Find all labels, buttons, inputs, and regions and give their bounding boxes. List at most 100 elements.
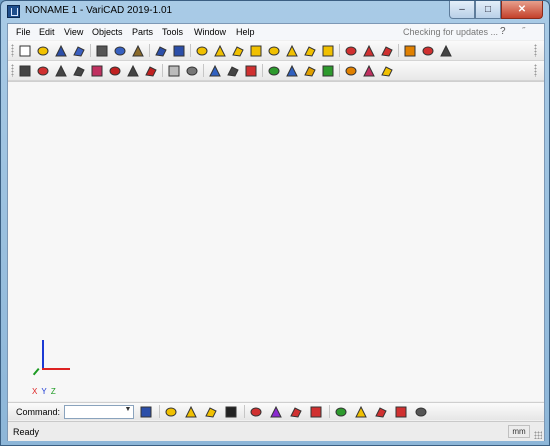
status-bar: Ready mm [8,421,544,441]
save-icon[interactable] [53,43,69,59]
modify-toolbar [8,61,544,81]
cylinder-solid-icon[interactable] [212,43,228,59]
close-button[interactable]: ✕ [501,1,543,19]
lighting-icon[interactable] [302,63,318,79]
paste-icon[interactable] [130,43,146,59]
zoom-icon[interactable] [438,43,454,59]
settings-icon[interactable] [413,404,429,420]
y-axis-indicator [42,340,44,370]
execute-icon[interactable] [138,404,154,420]
unit-indicator[interactable]: mm [508,425,530,438]
pipe-solid-icon[interactable] [266,43,282,59]
bom-icon[interactable] [373,404,389,420]
toolbar-separator [244,405,245,418]
mirror-icon[interactable] [89,63,105,79]
menu-file[interactable]: File [16,27,31,37]
bend-solid-icon[interactable] [320,43,336,59]
text-tool-icon[interactable] [223,404,239,420]
new-file-icon[interactable] [17,43,33,59]
menu-edit[interactable]: Edit [39,27,55,37]
menu-tools[interactable]: Tools [162,27,183,37]
color-icon[interactable] [266,63,282,79]
calculate-icon[interactable] [420,43,436,59]
layout-view-icon[interactable] [379,43,395,59]
toolbar-separator [203,64,204,77]
cone-solid-icon[interactable] [230,43,246,59]
attach-icon[interactable] [248,404,264,420]
command-dropdown-icon[interactable]: ▼ [123,406,133,418]
box-solid-icon[interactable] [194,43,210,59]
solid-box-icon[interactable] [163,404,179,420]
toolbar-grip[interactable] [11,44,14,57]
layers-icon[interactable] [207,63,223,79]
select-icon[interactable] [17,63,33,79]
command-label: Command: [16,407,61,417]
save-all-icon[interactable] [71,43,87,59]
toolbar-separator [339,44,340,57]
y-axis-label: Y [41,387,48,396]
title-bar[interactable]: NONAME 1 - VariCAD 2019-1.01 – □ ✕ [1,1,549,23]
print-icon[interactable] [94,43,110,59]
menu-window[interactable]: Window [194,27,226,37]
toolbar-separator [190,44,191,57]
status-text: Ready [13,427,40,437]
wireframe-box-icon[interactable] [166,63,182,79]
toolbar-end-grip[interactable] [534,64,537,77]
redo-icon[interactable] [171,43,187,59]
solid-elbow-icon[interactable] [183,404,199,420]
assembly-icon[interactable] [353,404,369,420]
menu-objects[interactable]: Objects [92,27,123,37]
transform-icon[interactable] [402,43,418,59]
move-icon[interactable] [53,63,69,79]
resize-grip[interactable] [534,431,542,439]
hatch-icon[interactable] [243,63,259,79]
tools-icon[interactable] [143,63,159,79]
measure-icon[interactable] [361,63,377,79]
shading-icon[interactable] [320,63,336,79]
properties-icon[interactable] [379,63,395,79]
dimension-icon[interactable] [225,63,241,79]
delete-icon[interactable] [35,63,51,79]
update-status: Checking for updates ... [403,27,499,37]
help-icon[interactable]: ? [500,26,506,37]
toolbar-separator [339,64,340,77]
toolbar-end-grip[interactable] [534,44,537,57]
menubar-overflow[interactable]: ˝ [522,26,525,36]
scale-icon[interactable] [125,63,141,79]
minimize-button[interactable]: – [449,1,475,19]
export-icon[interactable] [393,404,409,420]
undo-icon[interactable] [153,43,169,59]
elbow-solid-icon[interactable] [284,43,300,59]
menu-view[interactable]: View [64,27,83,37]
paint-icon[interactable] [288,404,304,420]
hidden-line-icon[interactable] [184,63,200,79]
solid-profile-icon[interactable] [203,404,219,420]
hole-icon[interactable] [308,404,324,420]
toolbar-separator [329,405,330,418]
maximize-button[interactable]: □ [475,1,501,19]
connector-icon[interactable] [268,404,284,420]
toolbar-separator [398,44,399,57]
home-view-icon[interactable] [343,63,359,79]
z-axis-label: Z [50,387,57,396]
section-view-icon[interactable] [343,43,359,59]
client-area: File Edit View Objects Parts Tools Windo… [7,23,545,441]
rotate-icon[interactable] [71,63,87,79]
command-bar: Command: ▼ [8,402,544,420]
menu-parts[interactable]: Parts [132,27,153,37]
sphere-solid-icon[interactable] [248,43,264,59]
torus-solid-icon[interactable] [302,43,318,59]
toolbar-separator [149,44,150,57]
group-icon[interactable] [333,404,349,420]
application-window: NONAME 1 - VariCAD 2019-1.01 – □ ✕ File … [0,0,550,446]
open-folder-icon[interactable] [35,43,51,59]
copy-icon[interactable] [112,43,128,59]
render-icon[interactable] [284,63,300,79]
menu-help[interactable]: Help [236,27,255,37]
toolbar-grip[interactable] [11,64,14,77]
x-axis-label: X [32,387,39,396]
varicad-app-icon[interactable] [7,5,20,18]
frame-view-icon[interactable] [361,43,377,59]
drawing-canvas[interactable]: X Y Z [8,81,544,401]
copy-object-icon[interactable] [107,63,123,79]
